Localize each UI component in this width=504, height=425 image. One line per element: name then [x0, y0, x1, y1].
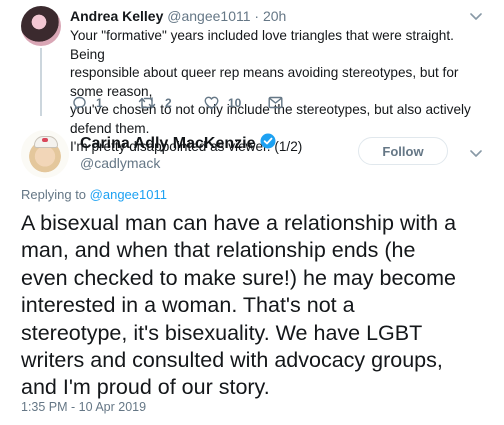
main-author-avatar[interactable] [21, 130, 69, 178]
retweet-icon [138, 96, 156, 110]
direct-message-action[interactable] [268, 96, 283, 109]
replying-to-prefix: Replying to [21, 187, 90, 202]
main-text-line: even checked to make sure!) he may becom… [21, 265, 456, 290]
reply-text-line: Your "formative" years included love tri… [70, 28, 454, 62]
direct-message-icon [268, 96, 283, 109]
main-tweet-timestamp[interactable]: 1:35 PM - 10 Apr 2019 [21, 400, 146, 414]
reply-tweet-header: Andrea Kelley @angee1011 · 20h [70, 8, 286, 24]
reply-icon [72, 96, 87, 110]
reply-author-avatar[interactable] [21, 6, 61, 46]
avatar-hat-logo [42, 138, 48, 142]
main-text-line: and I'm proud of our story. [21, 375, 270, 400]
main-author-name[interactable]: Carina Adly MacKenzie [80, 135, 255, 153]
replying-to: Replying to @angee1011 [21, 187, 167, 202]
retweet-action[interactable]: 2 [138, 96, 172, 110]
replying-to-handle-link[interactable]: @angee1011 [90, 187, 167, 202]
main-text-line: man, and when that relationship ends (he [21, 238, 416, 263]
chevron-down-icon[interactable] [470, 145, 482, 161]
main-author: Carina Adly MacKenzie [80, 133, 276, 154]
reply-action[interactable]: 1 [72, 96, 103, 110]
retweet-count: 2 [165, 96, 172, 110]
main-text-line: interested in a woman. That's not a [21, 293, 355, 318]
main-text-line: writers and consulted with advocacy grou… [21, 348, 443, 373]
like-icon [204, 96, 219, 110]
like-action[interactable]: 10 [204, 96, 241, 110]
reply-meta-separator: · [250, 8, 263, 24]
reply-author-name[interactable]: Andrea Kelley [70, 8, 163, 24]
verified-badge-icon [260, 133, 276, 154]
main-author-handle[interactable]: @cadlymack [80, 155, 160, 171]
main-text-line: A bisexual man can have a relationship w… [21, 211, 457, 235]
main-tweet-text: A bisexual man can have a relationship w… [21, 210, 501, 402]
like-count: 10 [228, 96, 242, 110]
chevron-down-icon[interactable] [470, 8, 482, 24]
reply-time[interactable]: 20h [263, 8, 286, 24]
reply-count: 1 [96, 96, 103, 110]
main-text-line: stereotype, it's bisexuality. We have LG… [21, 320, 423, 345]
reply-author-handle[interactable]: @angee1011 [167, 8, 250, 24]
follow-button[interactable]: Follow [358, 137, 448, 165]
thread-connector-line [40, 48, 42, 116]
